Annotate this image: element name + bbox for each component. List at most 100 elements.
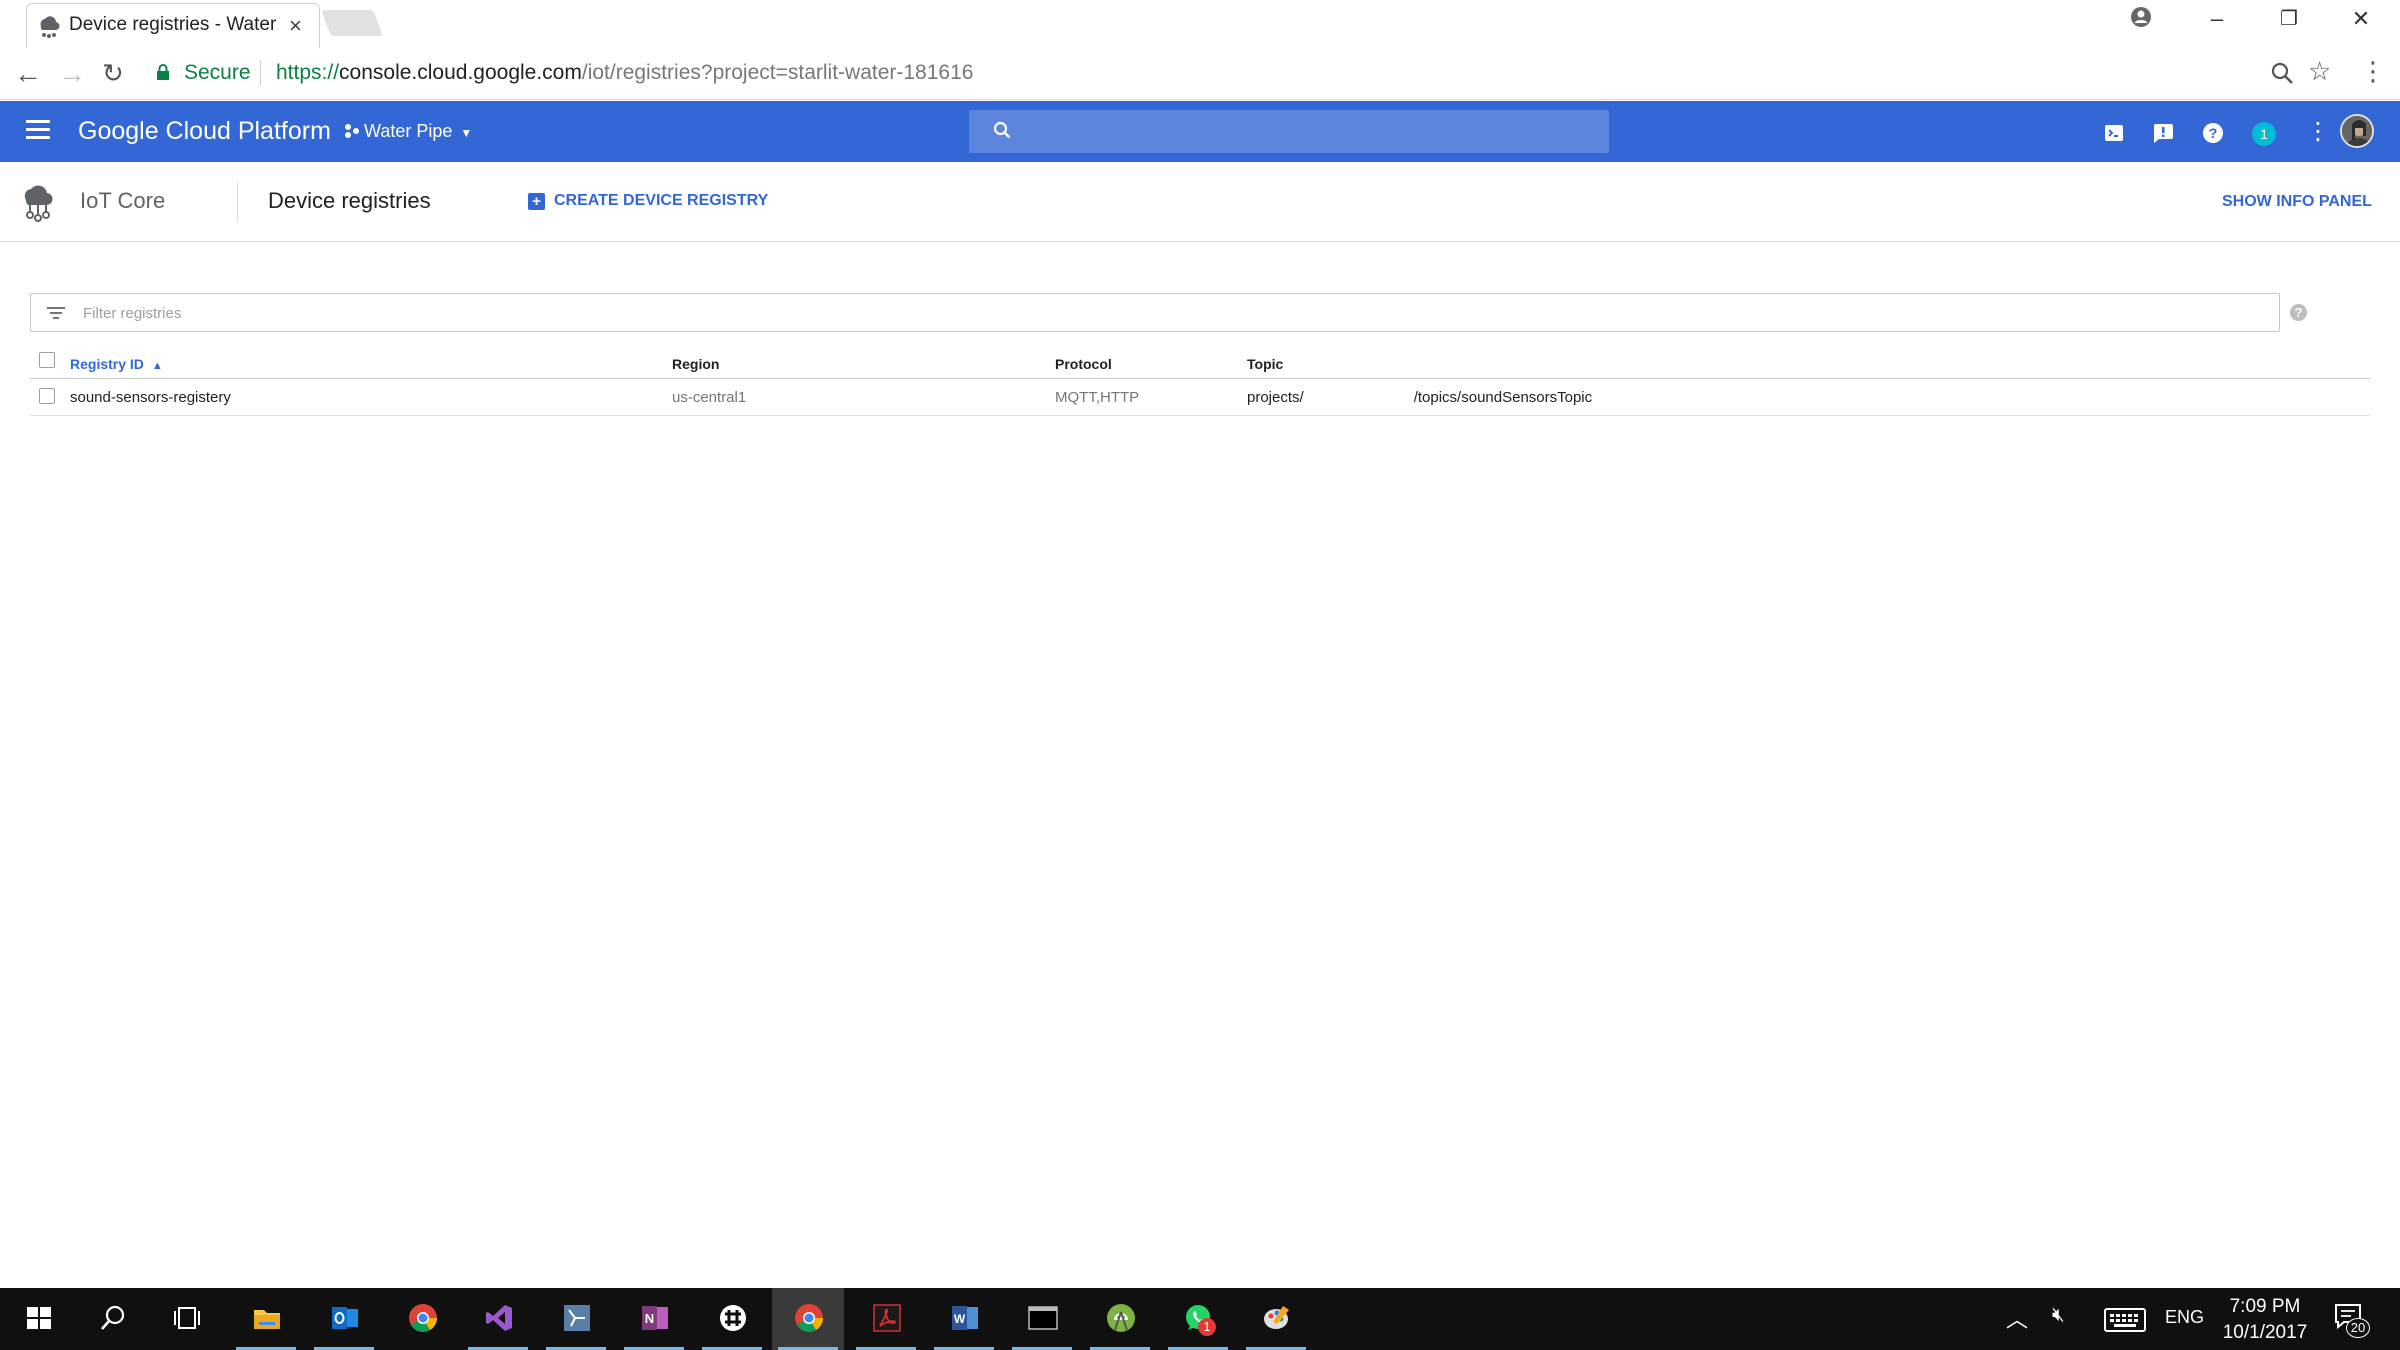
topic-prefix: projects/ — [1247, 389, 1304, 406]
page-title: Device registries — [268, 188, 431, 213]
taskbar-file-explorer[interactable] — [230, 1288, 302, 1350]
url-separator — [260, 60, 261, 86]
profile-icon[interactable] — [2130, 6, 2152, 28]
taskbar-onenote[interactable]: N — [618, 1288, 690, 1350]
iot-core-icon — [24, 185, 53, 222]
show-info-panel-button[interactable]: SHOW INFO PANEL — [2222, 193, 2372, 211]
outlook-icon — [332, 1307, 358, 1329]
reload-icon[interactable]: ↻ — [102, 58, 124, 89]
taskbar-chrome-active[interactable] — [772, 1288, 844, 1350]
create-button-label: CREATE DEVICE REGISTRY — [554, 192, 769, 209]
table-row[interactable]: sound-sensors-registery us-central1 MQTT… — [30, 379, 2370, 416]
cloud-shell-icon[interactable] — [2102, 121, 2126, 145]
column-header-protocol[interactable]: Protocol — [1055, 356, 1112, 372]
taskbar-outlook[interactable] — [308, 1288, 380, 1350]
search-bar[interactable] — [969, 110, 1609, 153]
project-name: Water Pipe — [364, 121, 453, 141]
filter-input[interactable] — [83, 300, 1983, 326]
gcp-header: Google Cloud Platform Water Pipe ▼ ? 1 ⋮ — [0, 101, 2400, 162]
zoom-icon[interactable] — [2270, 61, 2294, 85]
address-bar[interactable]: Secure https://console.cloud.google.com/… — [148, 54, 2318, 94]
taskbar-chrome[interactable] — [386, 1288, 458, 1350]
taskbar-clock[interactable]: 7:09 PM 10/1/2017 — [2210, 1294, 2320, 1346]
more-options-icon[interactable]: ⋮ — [2306, 117, 2330, 146]
restore-window-icon[interactable]: ❐ — [2274, 6, 2304, 31]
bookmark-star-icon[interactable]: ☆ — [2308, 56, 2331, 87]
back-arrow-icon[interactable]: ← — [14, 58, 42, 90]
filter-help-icon[interactable]: ? — [2290, 304, 2307, 321]
column-header-registry-id[interactable]: Registry ID ▲ — [70, 356, 163, 372]
column-header-topic[interactable]: Topic — [1247, 356, 1283, 372]
task-view-button[interactable] — [150, 1288, 222, 1350]
input-language[interactable]: ENG — [2165, 1307, 2204, 1328]
show-hidden-icons-chevron-icon[interactable]: ︿ — [2006, 1302, 2028, 1334]
taskbar-visual-studio[interactable] — [462, 1288, 534, 1350]
notifications-badge[interactable]: 1 — [2252, 122, 2276, 146]
url-text[interactable]: https://console.cloud.google.com/iot/reg… — [276, 61, 973, 85]
taskbar-acrobat[interactable] — [850, 1288, 922, 1350]
paint-icon — [1264, 1306, 1289, 1329]
product-name: IoT Core — [80, 188, 166, 213]
select-all-checkbox[interactable] — [39, 352, 55, 368]
chrome-menu-icon[interactable]: ⋮ — [2360, 56, 2386, 87]
windows-taskbar: N W 1 ︿ 🔇︎ ENG 7:09 PM 10/1/2017 20 — [0, 1288, 2400, 1350]
registries-table: Registry ID ▲ Region Protocol Topic soun… — [30, 345, 2370, 416]
browser-tab[interactable]: Device registries - Water × — [26, 3, 320, 48]
user-avatar[interactable] — [2340, 114, 2374, 148]
android-studio-icon — [1107, 1304, 1135, 1332]
topic-suffix: /topics/soundSensorsTopic — [1413, 389, 1593, 406]
file-explorer-icon — [254, 1310, 280, 1329]
taskbar-sql-server[interactable] — [540, 1288, 612, 1350]
filter-list-icon — [47, 307, 65, 319]
touch-keyboard-icon[interactable] — [2104, 1308, 2146, 1332]
column-header-region[interactable]: Region — [672, 356, 719, 372]
volume-muted-icon[interactable]: 🔇︎ — [2052, 1304, 2065, 1327]
help-icon[interactable]: ? — [2201, 121, 2225, 145]
word-icon: W — [952, 1306, 978, 1330]
acrobat-icon — [873, 1304, 901, 1332]
close-tab-icon[interactable]: × — [289, 13, 302, 39]
add-box-icon: + — [528, 192, 545, 210]
minimize-window-icon[interactable]: – — [2202, 6, 2232, 32]
redacted-project-id — [1304, 390, 1414, 402]
svg-text:N: N — [645, 1311, 654, 1326]
iot-core-favicon-icon — [40, 16, 60, 38]
tab-title: Device registries - Water — [69, 14, 277, 35]
taskbar-slack[interactable] — [696, 1288, 768, 1350]
sql-server-icon — [564, 1305, 590, 1331]
browser-tab-strip: Device registries - Water × – ❐ ✕ — [0, 0, 2400, 48]
project-selector[interactable]: Water Pipe ▼ — [344, 121, 472, 142]
svg-text:W: W — [954, 1312, 966, 1326]
chrome-icon — [409, 1304, 437, 1332]
feedback-icon[interactable] — [2151, 121, 2175, 145]
protocol-cell: MQTT,HTTP — [1055, 389, 1140, 406]
svg-text:?: ? — [2209, 125, 2218, 141]
row-checkbox[interactable] — [39, 388, 55, 404]
platform-title[interactable]: Google Cloud Platform — [78, 117, 331, 146]
taskbar-terminal[interactable] — [1006, 1288, 1078, 1350]
whatsapp-badge: 1 — [1198, 1318, 1216, 1336]
hamburger-menu-icon[interactable] — [26, 120, 50, 140]
taskbar-whatsapp[interactable]: 1 — [1162, 1288, 1234, 1350]
forward-arrow-icon[interactable]: → — [58, 58, 86, 90]
secure-label: Secure — [184, 61, 251, 84]
taskbar-android-studio[interactable] — [1084, 1288, 1156, 1350]
task-view-icon — [174, 1307, 200, 1329]
dropdown-arrow-icon: ▼ — [460, 126, 473, 140]
topic-cell: projects/ /topics/soundSensorsTopic — [1247, 389, 1592, 406]
clock-time: 7:09 PM — [2229, 1296, 2301, 1317]
new-tab-button[interactable] — [321, 10, 383, 36]
region-cell: us-central1 — [672, 389, 747, 406]
browser-toolbar: ← → ↻ Secure https://console.cloud.googl… — [0, 48, 2400, 100]
taskbar-word[interactable]: W — [928, 1288, 1000, 1350]
start-button[interactable] — [2, 1288, 74, 1350]
taskbar-search-button[interactable] — [76, 1288, 148, 1350]
taskbar-paint[interactable] — [1240, 1288, 1312, 1350]
registry-id-cell[interactable]: sound-sensors-registery — [70, 389, 231, 406]
filter-bar[interactable] — [30, 293, 2280, 332]
url-scheme: https:// — [276, 61, 340, 84]
close-window-icon[interactable]: ✕ — [2346, 6, 2376, 32]
create-device-registry-button[interactable]: + CREATE DEVICE REGISTRY — [528, 192, 768, 210]
notification-count-badge: 20 — [2346, 1318, 2370, 1338]
avatar-image-icon — [2342, 116, 2372, 146]
